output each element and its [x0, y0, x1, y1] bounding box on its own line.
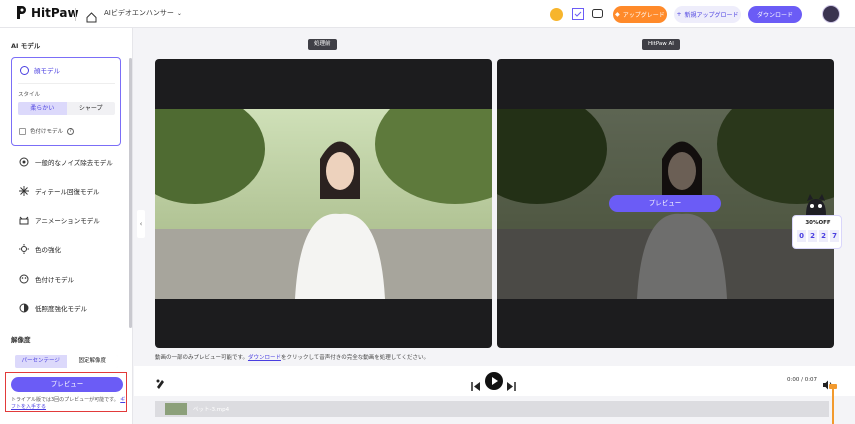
new-upgrade-button[interactable]: + 新規アップグロード	[674, 6, 741, 23]
model-colorize[interactable]: 色付けモデル	[18, 273, 74, 284]
animation-icon	[18, 214, 29, 225]
model-label: アニメーションモデル	[35, 216, 100, 225]
cat-mascot-icon	[806, 194, 826, 215]
coin-icon[interactable]	[548, 6, 564, 22]
product-switcher[interactable]: AIビデオエンハンサー ⌄	[104, 8, 182, 18]
download-button[interactable]: ダウンロード	[748, 6, 802, 23]
countdown-digit: 7	[830, 230, 839, 242]
top-bar: HitPaw AIビデオエンハンサー ⌄ ◆ アップグレード + 新規アップグロ…	[0, 0, 855, 28]
divider	[75, 8, 76, 21]
color-enhance-icon	[18, 243, 29, 254]
style-option-sharp[interactable]: シャープ	[67, 102, 116, 115]
new-upgrade-label: 新規アップグロード	[684, 12, 739, 19]
clip-name: ペット-3.mp4	[193, 407, 230, 413]
after-label: HitPaw AI	[642, 39, 680, 50]
promo-widget[interactable]: 30%OFF 0 2 2 7	[790, 193, 845, 251]
model-detail[interactable]: ディテール回復モデル	[18, 185, 100, 196]
tab-fixed-resolution[interactable]: 固定解像度	[66, 355, 118, 368]
brand-name: HitPaw	[31, 5, 79, 20]
model-low-light[interactable]: 低照度強化モデル	[18, 302, 87, 313]
collapse-sidebar-handle[interactable]: ‹	[137, 210, 145, 238]
noise-icon	[18, 156, 29, 167]
avatar[interactable]	[822, 5, 840, 23]
upgrade-button[interactable]: ◆ アップグレード	[613, 6, 667, 23]
info-icon[interactable]: ?	[67, 127, 75, 135]
colorize-icon	[18, 273, 29, 284]
model-label: 色の強化	[35, 245, 61, 254]
preview-button[interactable]: プレビュー	[11, 377, 123, 392]
diamond-icon: ◆	[615, 11, 620, 18]
ai-model-title: AI モデル	[11, 42, 41, 50]
preview-note: 動画の一部のみプレビュー可能です。ダウンロードをクリックして音声付きの完全な動画…	[155, 353, 429, 361]
playhead[interactable]	[832, 388, 834, 424]
face-model-label: 顔モデル	[34, 67, 60, 75]
timeline-track[interactable]: ペット-3.mp4	[155, 401, 829, 417]
prev-frame-icon[interactable]	[471, 376, 480, 395]
next-frame-icon[interactable]	[507, 376, 516, 395]
trial-note-text: トライアル版では3回のプレビューが可能です。	[11, 397, 119, 403]
resolution-title: 解像度	[11, 336, 31, 344]
trial-note: トライアル版では3回のプレビューが可能です。 ギフトを入手する	[11, 397, 127, 411]
brand-logo[interactable]: HitPaw	[16, 5, 79, 20]
promo-card: 30%OFF 0 2 2 7	[792, 215, 842, 249]
before-video-frame	[155, 109, 492, 299]
colorize-label: 色付けモデル	[30, 129, 64, 135]
model-color-enhance[interactable]: 色の強化	[18, 243, 61, 254]
model-label: 色付けモデル	[35, 275, 74, 284]
playhead-handle[interactable]	[829, 384, 837, 389]
edit-icon[interactable]	[155, 374, 166, 393]
upgrade-label: アップグレード	[622, 12, 665, 19]
before-video-panel	[155, 59, 492, 348]
preview-overlay-button[interactable]: プレビュー	[609, 195, 721, 212]
model-label: 一般的なノイズ除去モデル	[35, 158, 113, 167]
style-segmented-control: 柔らかい シャープ	[18, 102, 115, 115]
face-icon	[20, 65, 29, 75]
checkbox[interactable]	[19, 127, 26, 135]
note-prefix: 動画の一部のみプレビュー可能です。	[155, 355, 248, 361]
sidebar-scrollbar[interactable]	[129, 58, 132, 328]
tab-percentage[interactable]: パーセンテージ	[15, 355, 67, 368]
divider	[18, 83, 115, 84]
clip-thumbnail	[165, 403, 187, 415]
style-option-soft[interactable]: 柔らかい	[18, 102, 67, 115]
low-light-icon	[18, 302, 29, 313]
discount-label: 30%OFF	[805, 220, 831, 226]
note-suffix: をクリックして音声付きの完全な動画を処理してください。	[280, 355, 429, 361]
countdown-digit: 2	[819, 230, 828, 242]
model-label: ディテール回復モデル	[35, 187, 100, 196]
task-check-icon[interactable]	[570, 6, 586, 22]
play-button[interactable]	[485, 372, 503, 390]
note-download-link[interactable]: ダウンロード	[248, 355, 281, 361]
style-label: スタイル	[18, 92, 41, 98]
feedback-icon[interactable]	[589, 6, 605, 22]
countdown: 0 2 2 7	[797, 230, 839, 242]
countdown-digit: 0	[797, 230, 806, 242]
face-model-header: 顔モデル	[20, 65, 60, 75]
model-label: 低照度強化モデル	[35, 304, 87, 313]
face-model-card[interactable]: 顔モデル スタイル 柔らかい シャープ 色付けモデル ?	[11, 57, 121, 146]
time-readout: 0:00 / 0:07	[787, 377, 818, 383]
detail-icon	[18, 185, 29, 196]
chevron-down-icon: ⌄	[176, 9, 182, 17]
countdown-digit: 2	[808, 230, 817, 242]
model-noise[interactable]: 一般的なノイズ除去モデル	[18, 156, 113, 167]
plus-icon: +	[676, 11, 682, 18]
hitpaw-logo-icon	[17, 6, 26, 19]
download-label: ダウンロード	[756, 12, 793, 19]
home-icon[interactable]	[86, 8, 97, 27]
colorize-checkbox-row[interactable]: 色付けモデル ?	[19, 127, 75, 135]
product-name: AIビデオエンハンサー	[104, 9, 174, 17]
model-animation[interactable]: アニメーションモデル	[18, 214, 100, 225]
after-video-panel: プレビュー	[497, 59, 834, 348]
before-label: 処理前	[308, 39, 337, 50]
resolution-tabs: パーセンテージ 固定解像度	[15, 355, 118, 368]
